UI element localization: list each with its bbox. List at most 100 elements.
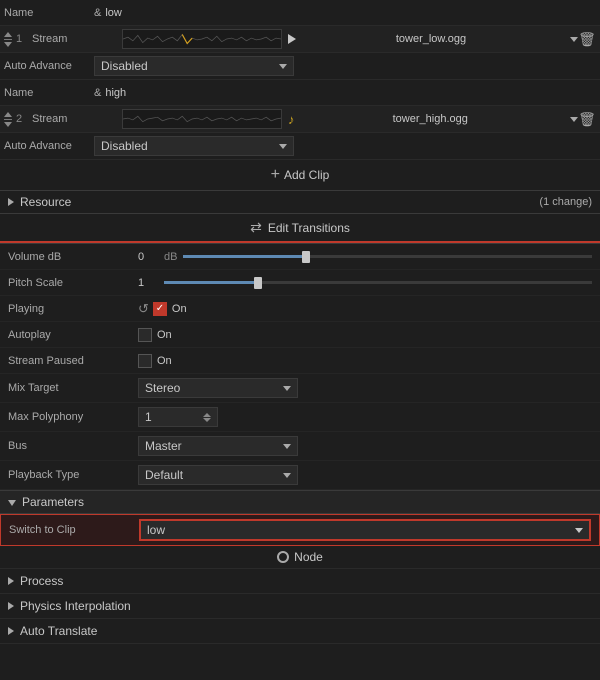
- playing-row: Playing ↺ On: [0, 296, 600, 322]
- stream-value-2: ♪ tower_high.ogg: [122, 109, 578, 129]
- name-value-1: & low: [94, 7, 596, 19]
- stream-paused-label: Stream Paused: [8, 355, 138, 367]
- refresh-icon[interactable]: ↺: [138, 301, 149, 317]
- bus-arrow: [283, 444, 291, 449]
- edit-transitions-button[interactable]: ⇄ Edit Transitions: [0, 214, 600, 243]
- advance-text-2: Disabled: [101, 139, 148, 153]
- pitch-scale-row: Pitch Scale 1: [0, 270, 600, 296]
- max-polyphony-number: 1: [145, 410, 152, 424]
- clip-1-reorder[interactable]: [4, 32, 12, 47]
- resource-change-badge: (1 change): [539, 196, 592, 208]
- stream-paused-checkbox[interactable]: [138, 354, 152, 368]
- stream-paused-row: Stream Paused On: [0, 348, 600, 374]
- clips-section: Name & low 1 Stream: [0, 0, 600, 244]
- properties-section: Volume dB 0 dB Pitch Scale 1: [0, 244, 600, 644]
- bus-select[interactable]: Master: [138, 436, 298, 456]
- advance-label-2: Auto Advance: [4, 140, 94, 152]
- switch-to-clip-select[interactable]: low: [139, 519, 591, 541]
- pitch-scale-thumb[interactable]: [254, 277, 262, 289]
- autoplay-value: On: [138, 328, 592, 342]
- autoplay-checkbox[interactable]: [138, 328, 152, 342]
- delete-clip-1-button[interactable]: 🗑: [578, 30, 596, 48]
- advance-select-1[interactable]: Disabled: [94, 56, 294, 76]
- clip-1: Name & low 1 Stream: [0, 0, 600, 80]
- transitions-icon: ⇄: [250, 219, 262, 236]
- playing-value: ↺ On: [138, 301, 592, 317]
- name-text-2: high: [105, 87, 126, 99]
- auto-translate-chevron-icon: [8, 627, 14, 635]
- playback-type-row: Playback Type Default: [0, 461, 600, 490]
- name-text-1: low: [105, 7, 122, 19]
- playback-type-select[interactable]: Default: [138, 465, 298, 485]
- bus-value: Master: [138, 436, 592, 456]
- auto-translate-label: Auto Translate: [20, 624, 97, 638]
- ampersand-2: &: [94, 87, 101, 99]
- node-label: Node: [294, 550, 323, 564]
- physics-interpolation-section[interactable]: Physics Interpolation: [0, 594, 600, 619]
- stream-paused-value: On: [138, 354, 592, 368]
- advance-select-2[interactable]: Disabled: [94, 136, 294, 156]
- name-value-2: & high: [94, 87, 596, 99]
- autoplay-checkbox-container: On: [138, 328, 172, 342]
- clip-2-reorder[interactable]: [4, 112, 12, 127]
- clip-2: Name & high 2 Stream ♪ tow: [0, 80, 600, 160]
- play-icon-1[interactable]: [288, 34, 296, 44]
- mix-target-select[interactable]: Stereo: [138, 378, 298, 398]
- stream-label-1: Stream: [32, 33, 122, 45]
- filename-1: tower_low.ogg: [302, 33, 560, 45]
- volume-db-slider-container: 0 dB: [138, 251, 592, 263]
- autoplay-on-text: On: [157, 329, 172, 341]
- name-label-1: Name: [4, 7, 94, 19]
- process-section[interactable]: Process: [0, 569, 600, 594]
- parameters-section-header[interactable]: Parameters: [0, 490, 600, 514]
- music-icon-2: ♪: [288, 112, 295, 127]
- advance-value-2: Disabled: [94, 136, 596, 156]
- mix-target-text: Stereo: [145, 381, 180, 395]
- up-arrow-icon-2[interactable]: [4, 112, 12, 117]
- volume-db-row: Volume dB 0 dB: [0, 244, 600, 270]
- down-arrow-icon[interactable]: [4, 42, 12, 47]
- pitch-scale-track[interactable]: [164, 281, 592, 284]
- node-circle-icon: [277, 551, 289, 563]
- waveform-1: [122, 29, 282, 49]
- auto-translate-section[interactable]: Auto Translate: [0, 619, 600, 644]
- max-polyphony-value: 1: [138, 407, 592, 427]
- playing-on-text: On: [172, 303, 187, 315]
- delete-clip-2-button[interactable]: 🗑: [578, 110, 596, 128]
- volume-db-label: Volume dB: [8, 251, 138, 263]
- max-polyphony-stepper[interactable]: 1: [138, 407, 218, 427]
- up-arrow-icon[interactable]: [4, 32, 12, 37]
- stepper-down-button[interactable]: [203, 418, 211, 422]
- stream-dropdown-arrow-1[interactable]: [570, 37, 578, 42]
- pitch-scale-slider-container: 1: [138, 277, 592, 289]
- max-polyphony-label: Max Polyphony: [8, 411, 138, 423]
- playback-type-value: Default: [138, 465, 592, 485]
- clip-number-1: 1: [16, 33, 32, 45]
- advance-text-1: Disabled: [101, 59, 148, 73]
- physics-interpolation-chevron-icon: [8, 602, 14, 610]
- ampersand-1: &: [94, 7, 101, 19]
- autoplay-label: Autoplay: [8, 329, 138, 341]
- plus-icon: +: [271, 166, 280, 184]
- autoplay-row: Autoplay On: [0, 322, 600, 348]
- playing-checkbox[interactable]: [153, 302, 167, 316]
- clip-1-stream-row: 1 Stream tower_low.ogg 🗑: [0, 26, 600, 53]
- volume-db-value: 0 dB: [138, 251, 592, 263]
- mix-target-row: Mix Target Stereo: [0, 374, 600, 403]
- parameters-chevron-icon: [8, 500, 16, 506]
- bus-text: Master: [145, 439, 182, 453]
- stream-dropdown-arrow-2[interactable]: [570, 117, 578, 122]
- add-clip-button[interactable]: + Add Clip: [0, 160, 600, 190]
- stepper-up-button[interactable]: [203, 413, 211, 417]
- volume-db-track[interactable]: [183, 255, 592, 258]
- resource-row[interactable]: Resource (1 change): [0, 190, 600, 214]
- playback-type-text: Default: [145, 468, 183, 482]
- pitch-scale-fill: [164, 281, 258, 284]
- clip-2-name-row: Name & high: [0, 80, 600, 106]
- down-arrow-icon-2[interactable]: [4, 122, 12, 127]
- advance-arrow-1: [279, 64, 287, 69]
- switch-to-clip-label: Switch to Clip: [9, 524, 139, 536]
- volume-db-number: 0: [138, 251, 158, 263]
- waveform-2: [122, 109, 282, 129]
- volume-db-thumb[interactable]: [302, 251, 310, 263]
